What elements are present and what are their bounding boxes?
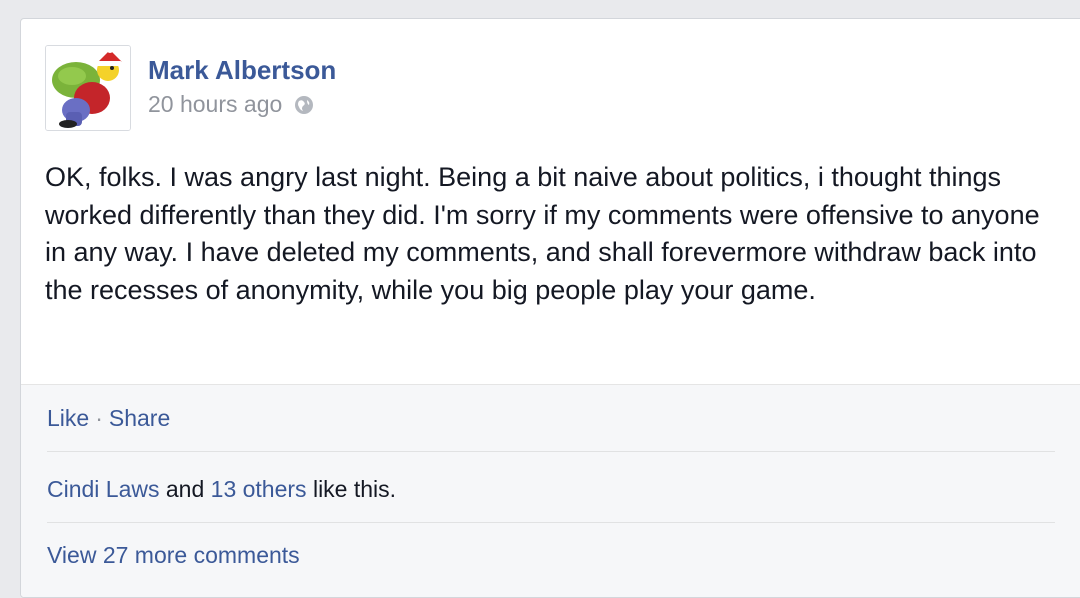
others-likes-link[interactable]: 13 others: [211, 476, 307, 502]
action-separator: ·: [95, 405, 103, 431]
comments-row: View 27 more comments: [47, 542, 300, 569]
post-footer: Like · Share Cindi Laws and 13 others like…: [21, 384, 1080, 597]
share-button[interactable]: Share: [109, 405, 170, 431]
view-more-comments-link[interactable]: View 27 more comments: [47, 542, 300, 568]
divider: [47, 451, 1055, 452]
avatar[interactable]: [45, 45, 131, 131]
author-name[interactable]: Mark Albertson: [148, 55, 336, 86]
globe-icon[interactable]: [294, 95, 314, 115]
timestamp[interactable]: 20 hours ago: [148, 91, 282, 118]
christmas-character-icon: [46, 46, 130, 130]
post-text: OK, folks. I was angry last night. Being…: [45, 162, 1040, 305]
divider: [47, 522, 1055, 523]
likes-summary: Cindi Laws and 13 others like this.: [47, 476, 396, 503]
likes-suffix: like this.: [306, 476, 397, 502]
like-button[interactable]: Like: [47, 405, 89, 431]
post-meta: 20 hours ago: [148, 91, 314, 118]
action-bar: Like · Share: [47, 405, 170, 432]
post-card: Mark Albertson 20 hours ago OK, folks. I…: [20, 18, 1080, 598]
liker-name-link[interactable]: Cindi Laws: [47, 476, 160, 502]
likes-and-text: and: [159, 476, 211, 502]
